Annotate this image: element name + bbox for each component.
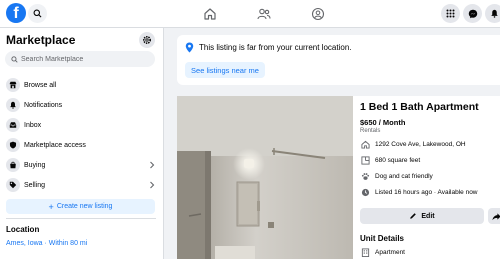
- search-icon: [11, 55, 18, 63]
- sidebar-item-selling[interactable]: Selling: [5, 177, 157, 193]
- sidebar-item-marketplace-access[interactable]: Marketplace access: [5, 137, 157, 153]
- unit-details-heading: Unit Details: [360, 234, 405, 243]
- listing-size: 680 square feet: [375, 157, 421, 164]
- notifications-button[interactable]: [485, 4, 500, 23]
- building-icon: [360, 248, 370, 258]
- friends-nav-button[interactable]: [254, 4, 274, 24]
- settings-button[interactable]: [139, 32, 155, 48]
- sidebar-item-label: Inbox: [24, 121, 42, 129]
- inbox-icon: [6, 118, 20, 132]
- listing-listed-time: Listed 16 hours ago · Available now: [375, 189, 478, 196]
- share-button[interactable]: [488, 208, 500, 224]
- groups-nav-button[interactable]: [308, 4, 328, 24]
- menu-button[interactable]: [441, 4, 460, 23]
- marketplace-search[interactable]: [5, 51, 155, 67]
- pets-row: Dog and cat friendly: [360, 171, 433, 182]
- location-heading: Location: [6, 225, 40, 234]
- listing-price: $650 / Month: [360, 118, 406, 127]
- listing-title: 1 Bed 1 Bath Apartment: [360, 101, 479, 113]
- edit-listing-button[interactable]: Edit: [360, 208, 484, 224]
- home-nav-button[interactable]: [200, 4, 220, 24]
- listing-pets: Dog and cat friendly: [375, 173, 433, 180]
- edit-label: Edit: [421, 212, 435, 220]
- top-navigation-bar: f: [0, 0, 500, 28]
- search-input[interactable]: [21, 55, 149, 63]
- sidebar-item-inbox[interactable]: Inbox: [5, 117, 157, 133]
- sidebar-item-notifications[interactable]: Notifications: [5, 97, 157, 113]
- create-listing-label: Create new listing: [56, 203, 113, 210]
- see-listings-near-me-button[interactable]: See listings near me: [185, 62, 265, 78]
- marketplace-sidebar: Marketplace Browse all Notifications Inb…: [0, 28, 164, 259]
- apartment-bathroom-image: [177, 96, 353, 259]
- storefront-icon: [6, 78, 20, 92]
- listing-photo[interactable]: [177, 96, 353, 259]
- sidebar-item-label: Selling: [24, 181, 46, 189]
- shield-icon: [6, 138, 20, 152]
- chevron-right-icon: [150, 161, 155, 169]
- gear-icon: [142, 35, 152, 45]
- listed-time-row: Listed 16 hours ago · Available now: [360, 187, 478, 198]
- clock-icon: [360, 188, 370, 198]
- search-button[interactable]: [28, 4, 47, 23]
- sidebar-item-label: Notifications: [24, 101, 63, 109]
- create-new-listing-button[interactable]: + Create new listing: [6, 199, 155, 214]
- sidebar-item-label: Buying: [24, 161, 46, 169]
- listing-details-panel: 1 Bed 1 Bath Apartment $650 / Month Rent…: [353, 96, 500, 259]
- house-icon: [360, 140, 370, 150]
- unit-type: Apartment: [375, 249, 405, 256]
- bell-icon: [6, 98, 20, 112]
- sidebar-item-label: Browse all: [24, 81, 57, 89]
- listing-address: 1292 Cove Ave, Lakewood, OH: [375, 141, 466, 148]
- location-link[interactable]: Ames, Iowa · Within 80 mi: [6, 240, 87, 247]
- messenger-icon: [468, 9, 477, 18]
- listing-category[interactable]: Rentals: [360, 128, 380, 134]
- share-icon: [491, 212, 500, 220]
- search-icon: [33, 9, 42, 18]
- paw-icon: [360, 172, 370, 182]
- sidebar-item-label: Marketplace access: [24, 141, 86, 149]
- sidebar-divider: [6, 218, 156, 219]
- floor-plan-icon: [360, 156, 370, 166]
- sidebar-item-browse-all[interactable]: Browse all: [5, 77, 157, 93]
- address-row: 1292 Cove Ave, Lakewood, OH: [360, 139, 466, 150]
- groups-icon: [311, 7, 325, 21]
- home-icon: [204, 8, 216, 20]
- plus-icon: +: [48, 201, 54, 212]
- far-location-notice: This listing is far from your current lo…: [177, 35, 500, 85]
- sidebar-item-buying[interactable]: Buying: [5, 157, 157, 173]
- size-row: 680 square feet: [360, 155, 420, 166]
- sidebar-title: Marketplace: [6, 33, 76, 47]
- shopping-bag-icon: [6, 158, 20, 172]
- tag-icon: [6, 178, 20, 192]
- location-pin-icon: [185, 42, 194, 53]
- pencil-icon: [410, 213, 417, 219]
- chevron-right-icon: [150, 181, 155, 189]
- notifications-bell-icon: [491, 9, 498, 18]
- notice-text: This listing is far from your current lo…: [199, 43, 352, 52]
- friends-icon: [257, 8, 271, 20]
- unit-type-row: Apartment: [360, 247, 405, 258]
- facebook-logo[interactable]: f: [6, 3, 26, 23]
- menu-grid-icon: [446, 9, 455, 18]
- messenger-button[interactable]: [463, 4, 482, 23]
